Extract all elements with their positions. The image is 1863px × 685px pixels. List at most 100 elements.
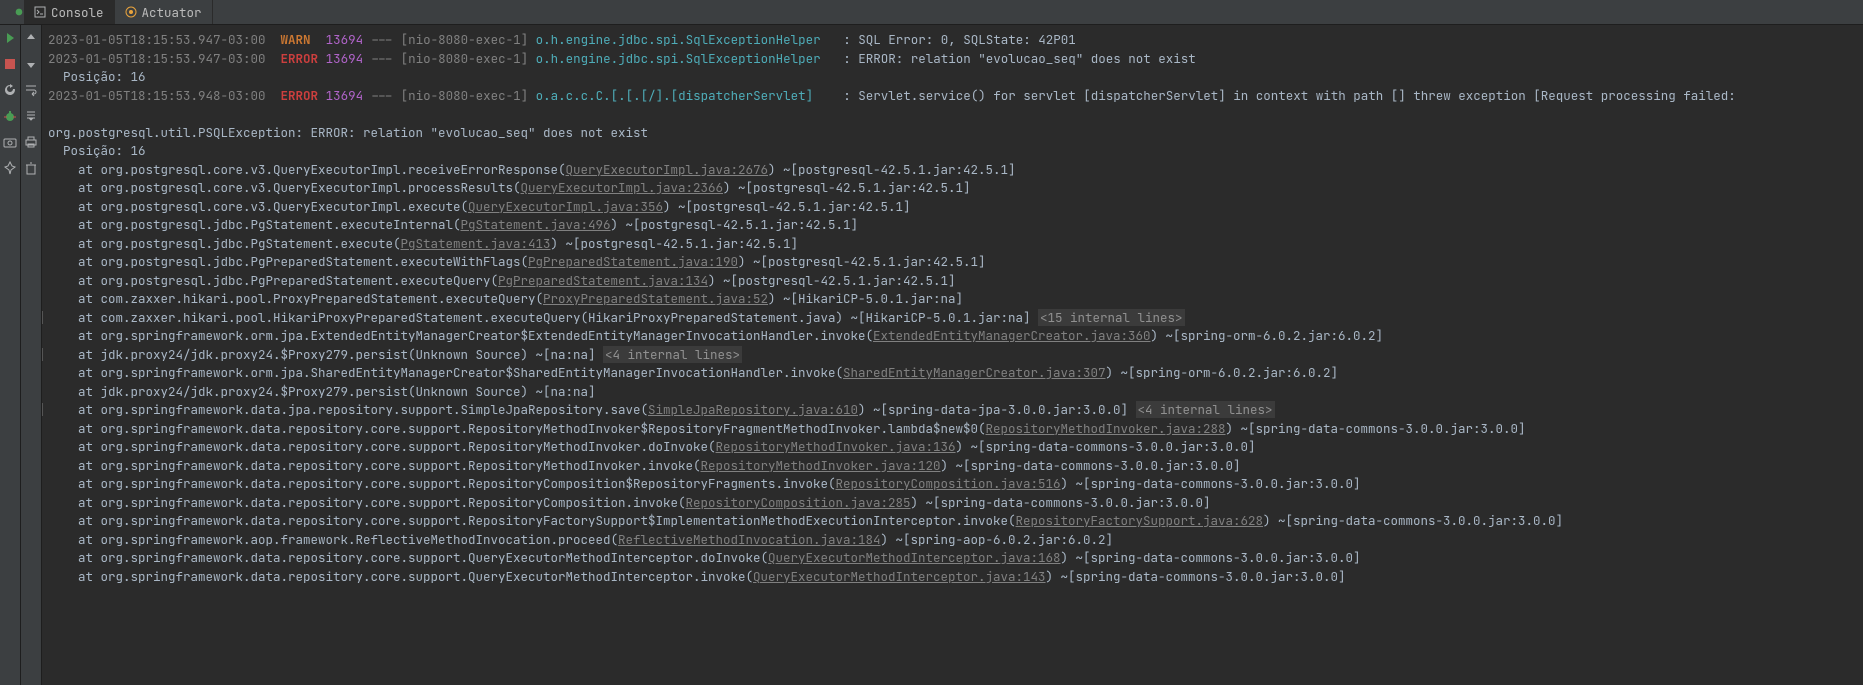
log-logger: o.h.engine.jdbc.spi.SqlExceptionHelper	[536, 31, 829, 48]
source-link[interactable]: ExtendedEntityManagerCreator.java:360	[873, 327, 1151, 344]
trace-suffix: ) ~[spring-data-commons-3.0.0.jar:3.0.0]	[1046, 568, 1346, 585]
trace-suffix: ) ~[spring-orm-6.0.2.jar:6.0.2]	[1151, 327, 1384, 344]
log-line: at org.springframework.data.repository.c…	[48, 568, 1863, 587]
trace-prefix: at org.springframework.data.repository.c…	[48, 457, 701, 474]
source-link[interactable]: PgPreparedStatement.java:134	[498, 272, 708, 289]
tab-label: Actuator	[142, 4, 202, 21]
trace-prefix: at org.postgresql.core.v3.QueryExecutorI…	[48, 179, 521, 196]
log-thread: [nio-8080-exec-1]	[401, 87, 529, 104]
source-link[interactable]: QueryExecutorMethodInterceptor.java:143	[753, 568, 1046, 585]
internal-fold[interactable]: <15 internal lines>	[1038, 309, 1185, 326]
log-line: at org.postgresql.jdbc.PgStatement.execu…	[48, 235, 1863, 254]
log-line: at org.springframework.data.repository.c…	[48, 494, 1863, 513]
source-link[interactable]: QueryExecutorImpl.java:2676	[566, 161, 769, 178]
stop-icon[interactable]	[3, 57, 17, 71]
tab-console[interactable]: Console	[24, 0, 115, 24]
log-line: at org.springframework.data.repository.c…	[48, 475, 1863, 494]
trace-prefix: at org.postgresql.jdbc.PgPreparedStateme…	[48, 253, 528, 270]
source-link[interactable]: QueryExecutorMethodInterceptor.java:168	[768, 549, 1061, 566]
source-link[interactable]: RepositoryMethodInvoker.java:136	[716, 438, 956, 455]
internal-fold[interactable]: <4 internal lines>	[603, 346, 742, 363]
trace-suffix: ) ~[postgresql-42.5.1.jar:42.5.1]	[611, 216, 859, 233]
trace-prefix: at com.zaxxer.hikari.pool.HikariProxyPre…	[48, 309, 1038, 326]
log-timestamp: 2023-01-05T18:15:53.947-03:00	[48, 31, 266, 48]
rerun-icon[interactable]	[3, 31, 17, 45]
source-link[interactable]: PgPreparedStatement.java:190	[528, 253, 738, 270]
ide-debug-icon	[14, 7, 24, 17]
source-link[interactable]: ProxyPreparedStatement.java:52	[543, 290, 768, 307]
log-line: at org.postgresql.jdbc.PgStatement.execu…	[48, 216, 1863, 235]
log-line	[48, 105, 1863, 124]
log-line: at org.postgresql.core.v3.QueryExecutorI…	[48, 198, 1863, 217]
log-line: at org.postgresql.jdbc.PgPreparedStateme…	[48, 272, 1863, 291]
trace-suffix: ) ~[spring-data-commons-3.0.0.jar:3.0.0]	[1226, 420, 1526, 437]
log-sep: ---	[371, 50, 394, 67]
log-line: at org.postgresql.core.v3.QueryExecutorI…	[48, 161, 1863, 180]
actuator-icon	[125, 6, 137, 18]
tab-actuator[interactable]: Actuator	[115, 0, 213, 24]
source-link[interactable]: RepositoryComposition.java:285	[686, 494, 911, 511]
log-line: 2023-01-05T18:15:53.947-03:00 WARN 13694…	[48, 31, 1863, 50]
source-link[interactable]: ReflectiveMethodInvocation.java:184	[618, 531, 881, 548]
pin-icon[interactable]	[3, 161, 17, 175]
fold-toggle-icon[interactable]: +	[42, 311, 43, 324]
clear-icon[interactable]	[24, 161, 38, 175]
trace-prefix: at org.springframework.data.jpa.reposito…	[48, 401, 648, 418]
log-text: at jdk.proxy24/jdk.proxy24.$Proxy279.per…	[48, 383, 596, 400]
log-line: org.postgresql.util.PSQLException: ERROR…	[48, 124, 1863, 143]
log-line: at com.zaxxer.hikari.pool.HikariProxyPre…	[48, 309, 1863, 328]
camera-icon[interactable]	[3, 135, 17, 149]
trace-prefix: at org.postgresql.core.v3.QueryExecutorI…	[48, 161, 566, 178]
log-line: at org.postgresql.core.v3.QueryExecutorI…	[48, 179, 1863, 198]
source-link[interactable]: SharedEntityManagerCreator.java:307	[843, 364, 1106, 381]
log-line: at org.springframework.data.repository.c…	[48, 457, 1863, 476]
tab-label: Console	[51, 4, 104, 21]
source-link[interactable]: PgStatement.java:496	[461, 216, 611, 233]
scroll-end-icon[interactable]	[24, 109, 38, 123]
trace-prefix: at org.springframework.data.repository.c…	[48, 568, 753, 585]
trace-prefix: at jdk.proxy24/jdk.proxy24.$Proxy279.per…	[48, 346, 603, 363]
log-line: 2023-01-05T18:15:53.948-03:00 ERROR 1369…	[48, 87, 1863, 106]
source-link[interactable]: RepositoryMethodInvoker.java:120	[701, 457, 941, 474]
trace-prefix: at org.springframework.data.repository.c…	[48, 494, 686, 511]
log-line: at org.springframework.data.repository.c…	[48, 512, 1863, 531]
soft-wrap-icon[interactable]	[24, 83, 38, 97]
log-line: at org.springframework.orm.jpa.SharedEnt…	[48, 364, 1863, 383]
source-link[interactable]: QueryExecutorImpl.java:356	[468, 198, 663, 215]
trace-suffix: ) ~[postgresql-42.5.1.jar:42.5.1]	[708, 272, 956, 289]
log-message: : SQL Error: 0, SQLState: 42P01	[843, 31, 1076, 48]
bug-icon[interactable]	[3, 109, 17, 123]
source-link[interactable]: QueryExecutorImpl.java:2366	[521, 179, 724, 196]
source-link[interactable]: PgStatement.java:413	[401, 235, 551, 252]
trace-prefix: at org.postgresql.jdbc.PgStatement.execu…	[48, 216, 461, 233]
trace-suffix: ) ~[spring-data-commons-3.0.0.jar:3.0.0]	[1061, 549, 1361, 566]
source-link[interactable]: RepositoryFactorySupport.java:628	[1016, 512, 1264, 529]
source-link[interactable]: RepositoryMethodInvoker.java:288	[986, 420, 1226, 437]
trace-prefix: at org.springframework.data.repository.c…	[48, 420, 986, 437]
source-link[interactable]: SimpleJpaRepository.java:610	[648, 401, 858, 418]
log-line: at org.springframework.aop.framework.Ref…	[48, 531, 1863, 550]
trace-prefix: at org.postgresql.jdbc.PgPreparedStateme…	[48, 272, 498, 289]
print-icon[interactable]	[24, 135, 38, 149]
log-line: at org.postgresql.jdbc.PgPreparedStateme…	[48, 253, 1863, 272]
trace-suffix: ) ~[postgresql-42.5.1.jar:42.5.1]	[663, 198, 911, 215]
trace-suffix: ) ~[HikariCP-5.0.1.jar:na]	[768, 290, 963, 307]
internal-fold[interactable]: <4 internal lines>	[1136, 401, 1275, 418]
fold-toggle-icon[interactable]: +	[42, 403, 43, 416]
fold-toggle-icon[interactable]: +	[42, 348, 43, 361]
console-toolbar	[21, 25, 42, 685]
trace-suffix: ) ~[spring-data-commons-3.0.0.jar:3.0.0]	[1061, 475, 1361, 492]
console-tabs: Console Actuator	[0, 0, 1863, 25]
source-link[interactable]: RepositoryComposition.java:516	[836, 475, 1061, 492]
up-trace-icon[interactable]	[24, 31, 38, 45]
trace-prefix: at org.postgresql.jdbc.PgStatement.execu…	[48, 235, 401, 252]
log-timestamp: 2023-01-05T18:15:53.947-03:00	[48, 50, 266, 67]
restart-icon[interactable]	[3, 83, 17, 97]
log-line: at com.zaxxer.hikari.pool.ProxyPreparedS…	[48, 290, 1863, 309]
log-line: at jdk.proxy24/jdk.proxy24.$Proxy279.per…	[48, 346, 1863, 365]
run-toolbar-left	[0, 25, 21, 685]
trace-prefix: at org.springframework.orm.jpa.SharedEnt…	[48, 364, 843, 381]
console-output[interactable]: 2023-01-05T18:15:53.947-03:00 WARN 13694…	[42, 25, 1863, 685]
trace-suffix: ) ~[spring-data-commons-3.0.0.jar:3.0.0]	[1263, 512, 1563, 529]
down-trace-icon[interactable]	[24, 57, 38, 71]
